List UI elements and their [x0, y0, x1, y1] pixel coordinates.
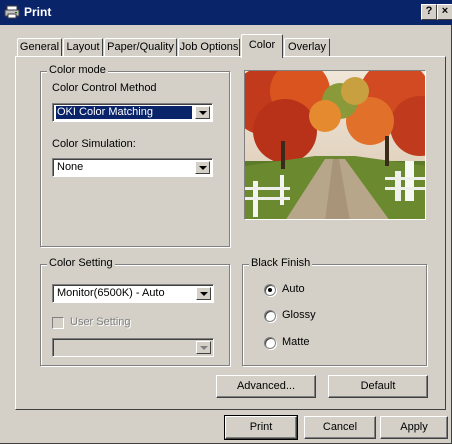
chevron-down-icon[interactable] [196, 287, 211, 300]
color-setting-title: Color Setting [47, 257, 115, 269]
apply-button[interactable]: Apply [380, 416, 448, 439]
black-finish-title: Black Finish [249, 257, 313, 269]
window-title: Print [24, 5, 52, 19]
cancel-button[interactable]: Cancel [304, 416, 376, 439]
chevron-down-icon[interactable] [195, 161, 210, 174]
black-finish-glossy-radio[interactable] [264, 310, 276, 322]
tab-general[interactable]: General [17, 38, 62, 57]
tab-paper-quality[interactable]: Paper/Quality [104, 38, 177, 57]
tab-color[interactable]: Color [241, 34, 283, 58]
autumn-lane-image [245, 71, 425, 219]
color-setting-select[interactable]: Monitor(6500K) - Auto [52, 284, 214, 303]
color-preview-image [244, 70, 426, 220]
color-control-method-label: Color Control Method [52, 82, 157, 94]
color-setting-value: Monitor(6500K) - Auto [57, 287, 165, 299]
color-simulation-value: None [57, 161, 84, 173]
black-finish-auto-label: Auto [282, 283, 305, 295]
help-button[interactable]: ? [421, 4, 437, 20]
user-setting-select[interactable] [52, 338, 214, 357]
color-simulation-label: Color Simulation: [52, 138, 136, 150]
chevron-down-icon[interactable] [196, 341, 211, 354]
advanced-button[interactable]: Advanced... [216, 375, 316, 398]
user-setting-checkbox[interactable] [52, 317, 64, 329]
print-button[interactable]: Print [224, 415, 298, 440]
tab-job-options[interactable]: Job Options [178, 38, 240, 57]
tab-overlay[interactable]: Overlay [284, 38, 330, 57]
color-tab-panel: Color mode Color Control Method OKI Colo… [15, 56, 446, 410]
color-control-method-select[interactable]: OKI Color Matching [52, 103, 213, 122]
close-button[interactable]: × [437, 4, 452, 20]
chevron-down-icon[interactable] [195, 106, 210, 119]
black-finish-glossy-label: Glossy [282, 309, 316, 321]
default-button[interactable]: Default [328, 375, 428, 398]
user-setting-value [56, 341, 193, 354]
black-finish-matte-radio[interactable] [264, 337, 276, 349]
title-bar[interactable]: Print ? × [0, 0, 452, 25]
printer-icon [4, 5, 20, 19]
color-control-method-value: OKI Color Matching [55, 105, 193, 120]
tab-layout[interactable]: Layout [63, 38, 103, 57]
black-finish-matte-label: Matte [282, 336, 310, 348]
black-finish-auto-radio[interactable] [264, 284, 276, 296]
color-mode-title: Color mode [47, 64, 108, 76]
color-simulation-select[interactable]: None [52, 158, 213, 177]
user-setting-label: User Setting [70, 316, 131, 328]
print-dialog: Print ? × General Layout Paper/Quality J… [0, 0, 452, 444]
